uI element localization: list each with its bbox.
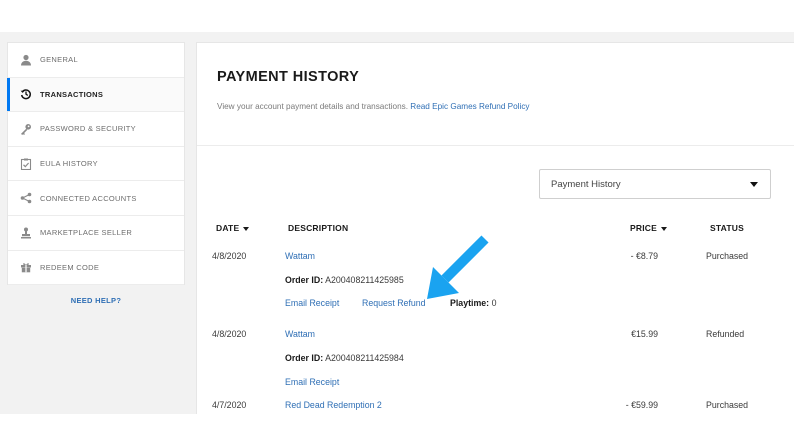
select-value: Payment History <box>551 178 621 190</box>
sidebar-item-label: MARKETPLACE SELLER <box>40 228 133 238</box>
sidebar-item-label: REDEEM CODE <box>40 262 100 272</box>
page-subtitle: View your account payment details and tr… <box>217 102 530 111</box>
sidebar-item-eula-history[interactable]: EULA HISTORY <box>8 147 184 182</box>
transaction-price: €15.99 <box>631 329 658 339</box>
history-type-select[interactable]: Payment History <box>539 169 771 199</box>
user-icon <box>20 54 32 66</box>
key-icon <box>20 123 32 135</box>
transaction-title-link[interactable]: Wattam <box>285 329 315 339</box>
history-icon <box>20 88 32 100</box>
sidebar-item-label: EULA HISTORY <box>40 159 98 169</box>
order-id: Order ID: A200408211425985 <box>285 275 404 285</box>
sidebar-item-label: GENERAL <box>40 55 78 65</box>
payment-history-panel: PAYMENT HISTORY View your account paymen… <box>196 42 794 414</box>
column-header-status: STATUS <box>710 223 744 233</box>
column-header-date[interactable]: DATE <box>216 223 250 233</box>
transaction-price: - €59.99 <box>625 400 658 410</box>
sidebar-item-general[interactable]: GENERAL <box>8 43 184 78</box>
sort-arrow-icon <box>660 226 667 231</box>
transaction-status: Purchased <box>706 400 749 410</box>
top-bar <box>0 0 794 32</box>
transaction-title-link[interactable]: Wattam <box>285 251 315 261</box>
transaction-status: Refunded <box>706 329 745 339</box>
sidebar-item-password-security[interactable]: PASSWORD & SECURITY <box>8 112 184 147</box>
email-receipt-link[interactable]: Email Receipt <box>285 377 339 387</box>
email-receipt-link[interactable]: Email Receipt <box>285 298 339 308</box>
transaction-price: - €8.79 <box>630 251 658 261</box>
share-icon <box>20 192 32 204</box>
sort-arrow-icon <box>243 226 250 231</box>
sidebar-item-transactions[interactable]: TRANSACTIONS <box>7 77 184 113</box>
sidebar-item-label: CONNECTED ACCOUNTS <box>40 193 137 203</box>
gift-icon <box>20 261 32 273</box>
page-title: PAYMENT HISTORY <box>217 69 360 85</box>
bottom-bar <box>0 414 794 436</box>
chevron-down-icon <box>750 181 758 187</box>
transaction-date: 4/7/2020 <box>212 400 247 410</box>
refund-policy-link[interactable]: Read Epic Games Refund Policy <box>410 102 529 111</box>
need-help-link[interactable]: NEED HELP? <box>8 296 184 305</box>
clipboard-check-icon <box>20 158 32 170</box>
column-header-description: DESCRIPTION <box>288 223 349 233</box>
order-id: Order ID: A200408211425984 <box>285 353 404 363</box>
stamp-icon <box>20 227 32 239</box>
column-header-price[interactable]: PRICE <box>630 223 667 233</box>
sidebar-item-marketplace-seller[interactable]: MARKETPLACE SELLER <box>8 216 184 251</box>
subtitle-text: View your account payment details and tr… <box>217 102 408 111</box>
transaction-date: 4/8/2020 <box>212 251 247 261</box>
transaction-status: Purchased <box>706 251 749 261</box>
pointer-arrow-icon <box>427 235 489 299</box>
transaction-title-link[interactable]: Red Dead Redemption 2 <box>285 400 382 410</box>
transaction-date: 4/8/2020 <box>212 329 247 339</box>
sidebar-item-label: PASSWORD & SECURITY <box>40 124 136 134</box>
request-refund-link[interactable]: Request Refund <box>362 298 426 308</box>
account-sidebar: GENERAL TRANSACTIONS PASSWORD & SECURITY… <box>7 42 185 305</box>
sidebar-item-connected-accounts[interactable]: CONNECTED ACCOUNTS <box>8 181 184 216</box>
sidebar-item-label: TRANSACTIONS <box>40 89 104 99</box>
divider <box>197 145 794 146</box>
sidebar-item-redeem-code[interactable]: REDEEM CODE <box>8 251 184 286</box>
